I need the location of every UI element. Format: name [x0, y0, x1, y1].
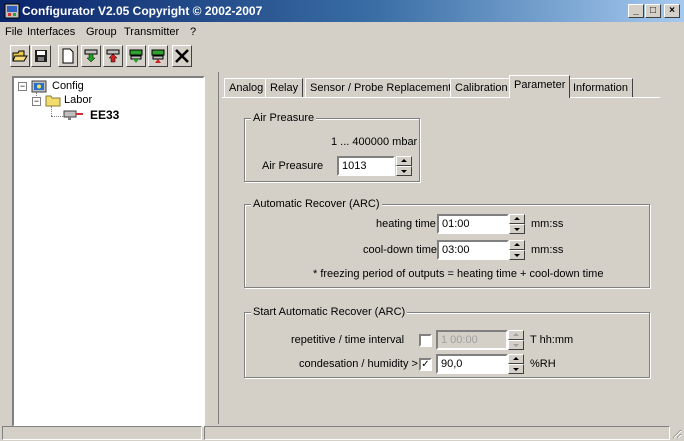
start-arc-group: Start Automatic Recover (ARC) repetitive… [244, 306, 650, 378]
spin-down-arrow-icon[interactable] [396, 166, 412, 176]
open-button[interactable] [10, 45, 30, 67]
repetitive-interval-input[interactable]: 1 00:00 [436, 330, 508, 350]
condensation-humidity-label: condesation / humidity > [299, 358, 418, 370]
minimize-button[interactable]: _ [628, 4, 644, 18]
tab-sensor-probe-replacement[interactable]: Sensor / Probe Replacement [305, 78, 457, 98]
air-pressure-group: Air Preasure 1 ... 400000 mbar Air Preas… [244, 112, 420, 182]
tree-connector [51, 106, 52, 116]
toolbar [0, 43, 684, 73]
title-bar[interactable]: Configurator V2.05 Copyright © 2002-2007… [0, 0, 684, 22]
arc-legend: Automatic Recover (ARC) [251, 198, 382, 210]
tree-connector [51, 116, 63, 117]
download-button[interactable] [81, 45, 101, 67]
condensation-humidity-input[interactable]: 90,0 [436, 354, 508, 374]
air-pressure-spinner[interactable] [396, 156, 412, 176]
spin-up-arrow-icon[interactable] [508, 354, 524, 364]
app-icon [4, 3, 20, 19]
disconnect-icon [175, 49, 189, 63]
upload-button[interactable] [103, 45, 123, 67]
menu-transmitter[interactable]: Transmitter [124, 26, 179, 38]
folder-icon [45, 95, 61, 107]
arc-group: Automatic Recover (ARC) heating time 01:… [244, 198, 650, 288]
repetitive-checkbox[interactable] [419, 334, 432, 347]
resize-grip-icon[interactable] [670, 427, 682, 439]
upload-device-icon [151, 49, 165, 63]
download-device-icon [129, 49, 143, 63]
heating-time-label: heating time [376, 218, 436, 230]
device-download-button[interactable] [126, 45, 146, 67]
new-button[interactable] [58, 45, 78, 67]
status-cell-left [2, 426, 202, 440]
menu-group[interactable]: Group [86, 26, 117, 38]
air-pressure-legend: Air Preasure [251, 112, 317, 124]
cooldown-time-input[interactable]: 03:00 [437, 240, 509, 260]
spin-down-arrow-icon[interactable] [509, 224, 525, 234]
cooldown-time-label: cool-down time [363, 244, 437, 256]
repetitive-interval-spinner[interactable] [508, 330, 524, 350]
menu-interfaces[interactable]: Interfaces [27, 26, 75, 38]
transmitter-icon [63, 110, 83, 120]
window-title: Configurator V2.05 Copyright © 2002-2007 [22, 4, 263, 18]
upload-red-icon [106, 49, 120, 63]
device-tree[interactable]: − Config − Labor EE33 [12, 76, 205, 427]
menu-help[interactable]: ? [190, 26, 196, 38]
start-arc-legend: Start Automatic Recover (ARC) [251, 306, 408, 318]
new-document-icon [62, 48, 74, 64]
cooldown-time-unit: mm:ss [531, 244, 564, 256]
collapse-config-toggle[interactable]: − [18, 82, 27, 91]
save-disk-icon [35, 50, 47, 62]
tree-item-config[interactable]: Config [52, 80, 84, 92]
save-button[interactable] [31, 45, 51, 67]
download-green-icon [84, 49, 98, 63]
tree-item-ee33[interactable]: EE33 [90, 108, 119, 122]
tab-information[interactable]: Information [568, 78, 634, 98]
device-upload-button[interactable] [148, 45, 168, 67]
repetitive-interval-unit: T hh:mm [530, 334, 574, 346]
menu-file[interactable]: File [5, 26, 23, 38]
heating-time-spinner[interactable] [509, 214, 525, 234]
config-root-icon [31, 80, 47, 93]
condensation-humidity-spinner[interactable] [508, 354, 524, 374]
air-pressure-range: 1 ... 400000 mbar [331, 136, 418, 148]
disconnect-button[interactable] [172, 45, 192, 67]
close-button[interactable]: × [664, 4, 680, 18]
spin-up-arrow-icon[interactable] [509, 240, 525, 250]
collapse-labor-toggle[interactable]: − [32, 97, 41, 106]
spin-up-arrow-icon[interactable] [396, 156, 412, 166]
menu-bar: File Interfaces Group Transmitter ? [0, 22, 684, 42]
tab-analog[interactable]: Analog [224, 78, 269, 98]
open-folder-icon [12, 50, 28, 62]
tab-relay[interactable]: Relay [265, 78, 304, 98]
freezing-period-note: * freezing period of outputs = heating t… [313, 268, 604, 280]
spin-up-arrow-icon[interactable] [509, 214, 525, 224]
tree-item-labor[interactable]: Labor [64, 94, 92, 106]
heating-time-unit: mm:ss [531, 218, 564, 230]
status-cell-right [204, 426, 670, 440]
air-pressure-label: Air Preasure [262, 160, 324, 172]
status-bar [0, 425, 684, 441]
tab-parameter[interactable]: Parameter [509, 75, 571, 98]
spin-down-arrow-icon[interactable] [509, 250, 525, 260]
maximize-button[interactable]: □ [645, 4, 661, 18]
condensation-checkbox[interactable]: ✓ [419, 358, 432, 371]
repetitive-interval-label: repetitive / time interval [291, 334, 405, 346]
condensation-humidity-unit: %RH [530, 358, 556, 370]
spin-down-arrow-icon[interactable] [508, 364, 524, 374]
air-pressure-input[interactable]: 1013 [337, 156, 395, 176]
heating-time-input[interactable]: 01:00 [437, 214, 509, 234]
spin-down-arrow-icon[interactable] [508, 340, 524, 350]
tab-calibration[interactable]: Calibration [450, 78, 513, 98]
spin-up-arrow-icon[interactable] [508, 330, 524, 340]
cooldown-time-spinner[interactable] [509, 240, 525, 260]
